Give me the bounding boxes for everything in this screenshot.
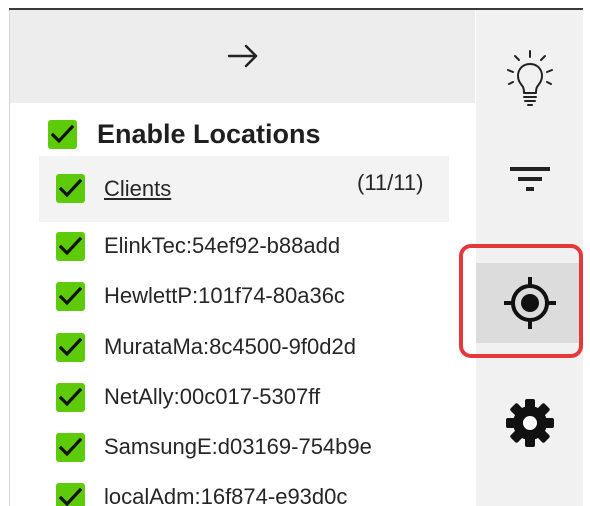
location-label: localAdm:16f874-e93d0c [104, 484, 348, 506]
gear-icon [505, 399, 554, 447]
location-checkbox[interactable] [56, 383, 85, 412]
location-label: HewlettP:101f74-80a36c [104, 283, 345, 308]
locations-button[interactable] [476, 263, 583, 343]
checkmark-icon [59, 236, 82, 256]
checkmark-icon [59, 178, 82, 198]
location-checkbox[interactable] [56, 232, 85, 261]
checkmark-icon [51, 124, 74, 144]
location-label: ElinkTec:54ef92-b88add [104, 233, 341, 258]
window-top-edge [9, 8, 583, 10]
collapse-panel-button[interactable] [221, 36, 265, 76]
checkmark-icon [59, 437, 82, 457]
filter-button[interactable] [476, 138, 583, 218]
clients-checkbox[interactable] [56, 174, 85, 203]
enable-locations-label: Enable Locations [97, 119, 321, 149]
location-checkbox[interactable] [56, 433, 85, 462]
clients-link[interactable]: Clients [104, 176, 171, 202]
enable-locations-row[interactable]: Enable Locations [9, 113, 475, 157]
location-label: NetAlly:00c017-5307ff [104, 384, 321, 409]
locations-panel: Enable Locations Clients (11/11) ElinkTe… [9, 8, 475, 506]
location-checkbox[interactable] [56, 282, 85, 311]
crosshair-location-icon [503, 277, 556, 329]
right-toolbar [476, 8, 583, 506]
checkmark-icon [59, 387, 82, 407]
enable-locations-checkbox[interactable] [48, 120, 77, 149]
location-label: MurataMa:8c4500-9f0d2d [104, 334, 356, 359]
arrow-right-icon [227, 44, 258, 68]
location-item[interactable]: MurataMa:8c4500-9f0d2d [9, 326, 475, 368]
location-item[interactable]: HewlettP:101f74-80a36c [9, 275, 475, 317]
location-label: SamsungE:d03169-754b9e [104, 434, 372, 459]
location-item[interactable]: localAdm:16f874-e93d0c [9, 476, 475, 506]
clients-count: (11/11) [357, 170, 424, 195]
checkmark-icon [59, 286, 82, 306]
location-item[interactable]: NetAlly:00c017-5307ff [9, 376, 475, 418]
lightbulb-icon [506, 50, 553, 106]
checkmark-icon [59, 487, 82, 506]
location-checkbox[interactable] [56, 333, 85, 362]
location-item[interactable]: ElinkTec:54ef92-b88add [9, 225, 475, 267]
settings-button[interactable] [476, 383, 583, 463]
checkmark-icon [59, 337, 82, 357]
app-frame: Enable Locations Clients (11/11) ElinkTe… [0, 0, 590, 506]
filter-icon [509, 167, 550, 191]
clients-group[interactable]: Clients (11/11) [39, 156, 449, 222]
location-checkbox[interactable] [56, 483, 85, 506]
tips-button[interactable] [476, 38, 583, 118]
location-item[interactable]: SamsungE:d03169-754b9e [9, 426, 475, 468]
